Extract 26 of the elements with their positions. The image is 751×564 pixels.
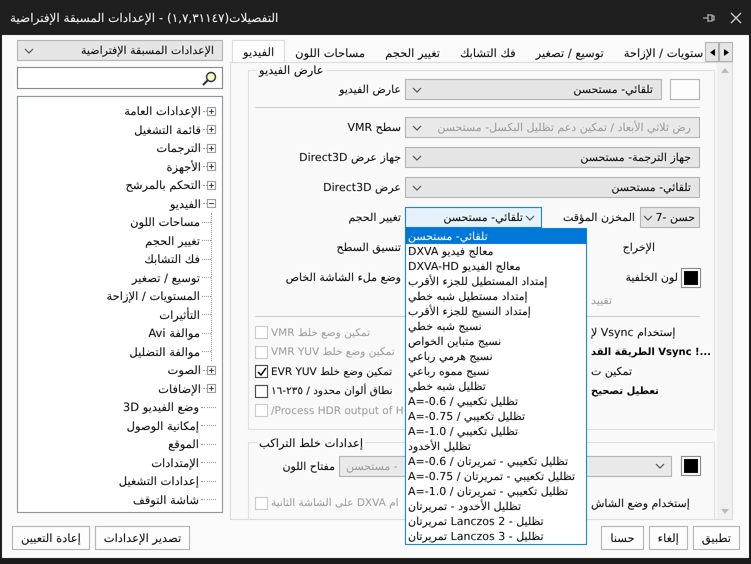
option-label: إستخدام وضع الشاش — [590, 496, 691, 510]
window-title: التفصيلات(١,٧,٣١١٤٧) - الإعدادات المسبقة الإفتراضية — [10, 10, 280, 24]
field-label: عارض الفيديو — [338, 83, 402, 96]
group-legend: عارض الفيديو — [257, 63, 326, 77]
field-label: تغيير الحجم — [347, 211, 402, 224]
field-label: لون الخلفية — [624, 271, 678, 284]
checkbox-label: تمكين وضع خلط EVR YUV — [271, 366, 392, 378]
option-label: تمكين ت — [590, 365, 634, 378]
group-legend: إعدادات خلط التراكب — [257, 436, 366, 450]
option-label: تعطيل تصحيح — [590, 386, 660, 397]
field-label: المخزن المؤقت — [562, 211, 636, 224]
field-label: سطح VMR — [346, 121, 402, 134]
option-label: تقييد — [590, 294, 614, 306]
field-label: مفتاح اللون — [281, 460, 336, 472]
option-label: إستخدام Vsync لإ — [590, 326, 676, 340]
field-label: الإخراج — [622, 241, 656, 254]
option-label: ...! Vsync الطريقة القد — [590, 346, 711, 358]
checkbox-label: Process HDR output of H/ — [271, 404, 404, 417]
field-label: جهاز عرض Direct3D — [298, 151, 402, 164]
field-label: تنسيق السطح — [335, 241, 402, 254]
checkbox-label: ام DXVA على الشاشة الثانية — [271, 497, 399, 509]
checkbox-label: تمكين وضع خلط VMR — [271, 326, 370, 339]
field-label: عرض Direct3D — [322, 181, 402, 194]
checkbox-label: نطاق ألوان محدود / ٢٣٥-١٦ — [271, 385, 393, 398]
checkbox-label: تمكين وضع خلط VMR YUV — [271, 346, 395, 358]
field-label: وضع ملء الشاشة الخاص — [284, 271, 402, 284]
